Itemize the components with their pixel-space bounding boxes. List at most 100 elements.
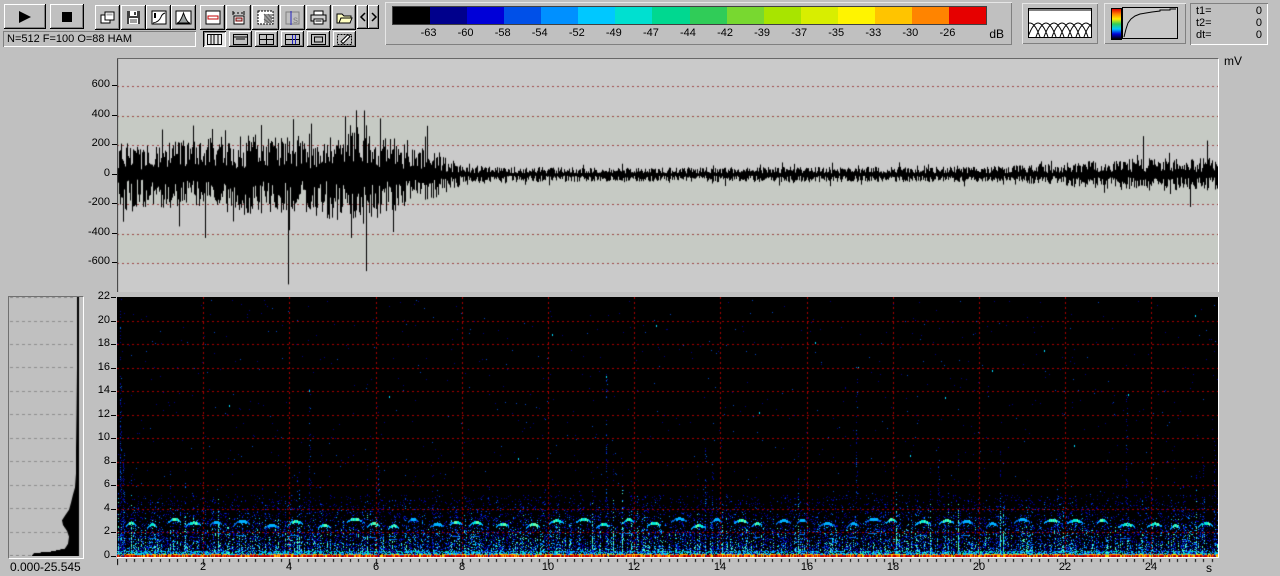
svg-text:s: s	[293, 15, 298, 26]
step-back-button[interactable]	[357, 5, 368, 29]
layout-inner-frame-icon	[311, 33, 326, 45]
stop-button[interactable]	[50, 4, 84, 29]
tick-label: 18	[886, 561, 900, 573]
tick-label: 6	[103, 478, 110, 490]
tick-label: 14	[713, 561, 727, 573]
tick-mark	[112, 144, 117, 145]
time-cursor-panel: t1= 0 t2= 0 dt= 0	[1190, 3, 1268, 45]
layout-header-button[interactable]	[229, 31, 252, 47]
tick-label: 16	[800, 561, 814, 573]
tick-mark	[111, 297, 116, 298]
window-function-button[interactable]	[171, 5, 196, 30]
tick-label: 16	[97, 361, 110, 373]
fill-region-button[interactable]	[252, 5, 279, 30]
color-scale-segment	[430, 7, 468, 24]
overlap-windows-panel	[1022, 3, 1098, 44]
color-scale-segment	[652, 7, 690, 24]
dt-label: dt=	[1196, 29, 1212, 41]
layout-top-lines-icon	[233, 33, 248, 45]
open-file-button[interactable]	[332, 5, 356, 30]
spectrogram-canvas[interactable]	[117, 297, 1218, 557]
tick-mark	[111, 556, 116, 557]
tick-label: 8	[458, 561, 466, 573]
color-scale-tick: -39	[754, 27, 771, 39]
layout-cross-cursor-icon	[285, 33, 300, 45]
color-scale-tick: -60	[457, 27, 474, 39]
tick-mark	[112, 203, 117, 204]
spectrum-section-button[interactable]: s	[280, 5, 305, 30]
layout-grid-cursor-button[interactable]	[281, 31, 304, 47]
tick-label: 200	[91, 137, 110, 149]
waveform-canvas[interactable]	[117, 59, 1218, 292]
t2-value: 0	[1255, 17, 1262, 29]
color-scale-segment	[948, 7, 986, 24]
tick-label: 22	[97, 290, 110, 302]
chevron-right-icon	[370, 12, 377, 22]
t1-value: 0	[1255, 5, 1262, 17]
layout-waveform-button[interactable]	[203, 31, 226, 47]
color-scale-segment	[541, 7, 579, 24]
color-scale-segment	[393, 7, 431, 24]
tick-label: 22	[1058, 561, 1072, 573]
intensity-curve-icon	[1122, 7, 1178, 39]
save-button[interactable]	[121, 5, 146, 30]
tick-label: 0	[103, 167, 110, 179]
pencil-icon	[337, 33, 352, 45]
tick-label: 10	[97, 431, 110, 443]
color-scale-tick: -44	[680, 27, 696, 39]
select-region-button[interactable]	[200, 5, 225, 30]
tick-label: 14	[97, 384, 110, 396]
t2-label: t2=	[1196, 17, 1212, 29]
fft-settings-text: N=512 F=100 O=88 HAM	[7, 33, 133, 45]
print-button[interactable]	[306, 5, 331, 30]
tick-label: 0	[103, 549, 110, 561]
tick-label: -400	[87, 226, 110, 238]
tick-mark	[112, 85, 117, 86]
tick-mark	[111, 462, 116, 463]
layout-grid-button[interactable]	[255, 31, 278, 47]
window-function-icon	[175, 10, 192, 25]
tick-mark	[112, 233, 117, 234]
edit-annotations-button[interactable]	[333, 31, 356, 47]
tick-mark	[112, 115, 117, 116]
spectrogram-plot[interactable]	[117, 297, 1219, 558]
spectrogram-app-window: s N=512 F=100 O=88 HAM -63 -60 -58 -54 -…	[0, 0, 1280, 576]
tick-mark	[111, 438, 116, 439]
color-scale-segment	[467, 7, 505, 24]
color-scale-tick: -58	[494, 27, 511, 39]
color-scale-segment	[689, 7, 727, 24]
tick-label: -200	[87, 196, 110, 208]
color-scale-tick: -54	[531, 27, 548, 39]
copy-button[interactable]	[95, 5, 120, 30]
tick-mark	[111, 415, 116, 416]
fill-region-icon	[257, 10, 274, 25]
color-scale-tick: -47	[642, 27, 659, 39]
tick-label: 2	[103, 525, 110, 537]
tick-mark	[112, 174, 117, 175]
color-scale-tick: -49	[605, 27, 622, 39]
zoom-region-button[interactable]	[226, 5, 251, 30]
color-scale-segment	[763, 7, 801, 24]
color-scale-segment	[837, 7, 875, 24]
dt-value: 0	[1255, 29, 1262, 41]
waveform-plot[interactable]	[117, 58, 1219, 292]
tick-label: 8	[103, 455, 110, 467]
color-scale-unit-label: dB	[989, 27, 1004, 41]
tick-mark	[111, 532, 116, 533]
save-icon	[127, 11, 140, 24]
copy-icon	[100, 11, 114, 23]
tick-label: 600	[91, 78, 110, 90]
tick-mark	[111, 485, 116, 486]
play-button[interactable]	[4, 4, 46, 29]
color-scale-tick: -30	[902, 27, 919, 39]
tick-label: 18	[97, 337, 110, 349]
color-scale-tick: -42	[717, 27, 733, 39]
tick-label: 20	[97, 314, 110, 326]
tick-label: 12	[627, 561, 641, 573]
layout-frame-button[interactable]	[307, 31, 330, 47]
step-forward-button[interactable]	[368, 5, 379, 29]
transfer-curve-button[interactable]	[146, 5, 171, 30]
tick-label: -600	[87, 255, 110, 267]
intensity-gradient-strip	[1111, 8, 1122, 40]
color-scale-tick: -35	[828, 27, 845, 39]
